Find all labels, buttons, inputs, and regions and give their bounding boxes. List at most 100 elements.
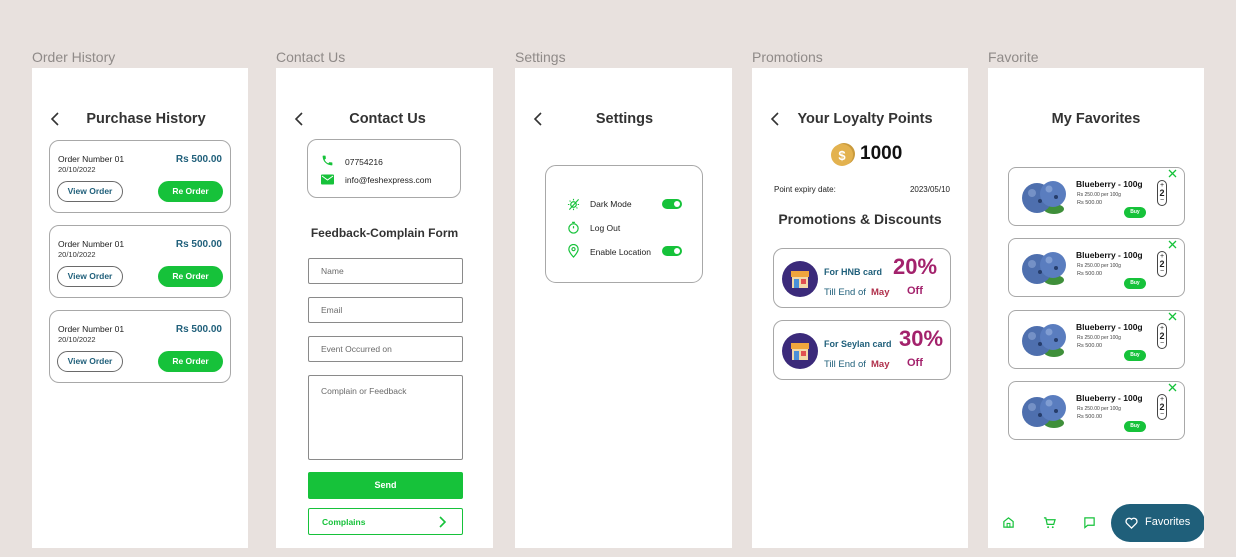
feedback-textarea[interactable]: Complain or Feedback: [308, 375, 463, 460]
favorite-item: Blueberry - 100g Rs 250.00 per 100g Rs 5…: [1008, 238, 1185, 297]
page-title: Purchase History: [86, 111, 206, 127]
phone-icon: [322, 155, 333, 166]
promo-percent: 30%: [899, 326, 944, 351]
reorder-button[interactable]: Re Order: [158, 181, 223, 202]
buy-button[interactable]: Buy: [1124, 207, 1146, 218]
order-date: 20/10/2022: [58, 335, 96, 344]
name-field[interactable]: Name: [308, 258, 463, 284]
favorite-item: Blueberry - 100g Rs 250.00 per 100g Rs 5…: [1008, 310, 1185, 369]
quantity-stepper[interactable]: + 2 −: [1157, 394, 1167, 420]
remove-icon[interactable]: [1168, 383, 1177, 392]
page-title: Your Loyalty Points: [797, 111, 933, 127]
promo-off-label: Off: [907, 357, 923, 369]
expiry-date: 2023/05/10: [909, 185, 950, 194]
buy-button[interactable]: Buy: [1124, 278, 1146, 289]
promo-card[interactable]: For HNB card Till End of May 20% Off: [773, 248, 951, 308]
view-order-button[interactable]: View Order: [57, 351, 123, 372]
item-price: Rs 500.00: [1077, 200, 1103, 206]
logout-item[interactable]: Log Out: [590, 223, 620, 233]
item-unit-price: Rs 250.00 per 100g: [1077, 192, 1121, 198]
blueberry-image: [1022, 181, 1066, 214]
header: Contact Us: [276, 108, 493, 130]
remove-icon[interactable]: [1168, 169, 1177, 178]
chevron-right-icon: [439, 516, 447, 528]
chat-icon[interactable]: [1083, 516, 1096, 529]
buy-button[interactable]: Buy: [1124, 350, 1146, 361]
header: My Favorites: [988, 108, 1204, 130]
order-date: 20/10/2022: [58, 165, 96, 174]
item-name: Blueberry - 100g: [1076, 322, 1143, 332]
location-pin-icon: [568, 244, 579, 258]
frame-label-favorite: Favorite: [988, 49, 1039, 65]
logout-timer-icon: [568, 221, 579, 234]
favorite-item: Blueberry - 100g Rs 250.00 per 100g Rs 5…: [1008, 381, 1185, 440]
item-name: Blueberry - 100g: [1076, 393, 1143, 403]
promo-month: May: [871, 359, 890, 370]
remove-icon[interactable]: [1168, 240, 1177, 249]
quantity-stepper[interactable]: + 2 −: [1157, 251, 1167, 277]
quantity-stepper[interactable]: + 2 −: [1157, 323, 1167, 349]
phone-number[interactable]: 07754216: [345, 157, 383, 167]
promotions-screen: Your Loyalty Points $ 1000 Point expiry …: [752, 68, 968, 548]
store-icon: [782, 261, 818, 297]
blueberry-image: [1022, 252, 1066, 285]
page-title: My Favorites: [1051, 111, 1141, 127]
heart-icon: [1125, 517, 1138, 529]
dark-mode-label: Dark Mode: [590, 199, 632, 209]
header: Settings: [515, 108, 732, 130]
favorites-screen: My Favorites Blueberry - 100g Rs 250.00 …: [988, 68, 1204, 548]
item-unit-price: Rs 250.00 per 100g: [1077, 406, 1121, 412]
promo-till-label: Till End of: [824, 287, 866, 298]
order-card: Order Number 01 20/10/2022 Rs 500.00 Vie…: [49, 140, 231, 213]
home-icon[interactable]: [1002, 516, 1015, 529]
complains-button[interactable]: Complains: [308, 508, 463, 535]
blueberry-image: [1022, 324, 1066, 357]
quantity-stepper[interactable]: + 2 −: [1157, 180, 1167, 206]
coin-icon: $: [831, 143, 855, 166]
favorites-nav-label: Favorites: [1145, 516, 1191, 528]
page-title: Settings: [595, 111, 654, 127]
page-title: Contact Us: [349, 111, 426, 127]
complains-label: Complains: [322, 517, 366, 527]
settings-screen: Settings Dark Mode Log Out Enable Locati…: [515, 68, 732, 548]
email-field[interactable]: Email: [308, 297, 463, 323]
buy-button[interactable]: Buy: [1124, 421, 1146, 432]
svg-text:$: $: [838, 148, 846, 163]
order-number: Order Number 01: [58, 239, 125, 249]
decrement-icon[interactable]: −: [1158, 197, 1166, 204]
item-price: Rs 500.00: [1077, 271, 1103, 277]
promo-card[interactable]: For Seylan card Till End of May 30% Off: [773, 320, 951, 380]
header: Purchase History: [32, 108, 248, 130]
send-button[interactable]: Send: [308, 472, 463, 499]
frame-label-promotions: Promotions: [752, 49, 823, 65]
reorder-button[interactable]: Re Order: [158, 351, 223, 372]
decrement-icon[interactable]: −: [1158, 268, 1166, 275]
remove-icon[interactable]: [1168, 312, 1177, 321]
view-order-button[interactable]: View Order: [57, 266, 123, 287]
item-price: Rs 500.00: [1077, 343, 1103, 349]
order-amount: Rs 500.00: [175, 324, 222, 335]
dark-mode-toggle[interactable]: [662, 199, 682, 209]
event-date-field[interactable]: Event Occurred on: [308, 336, 463, 362]
order-date: 20/10/2022: [58, 250, 96, 259]
promo-off-label: Off: [907, 285, 923, 297]
reorder-button[interactable]: Re Order: [158, 266, 223, 287]
order-amount: Rs 500.00: [175, 239, 222, 250]
order-card: Order Number 01 20/10/2022 Rs 500.00 Vie…: [49, 225, 231, 298]
contact-us-screen: Contact Us 07754216 info@feshexpress.com…: [276, 68, 493, 548]
cart-icon[interactable]: [1043, 516, 1056, 529]
enable-location-toggle[interactable]: [662, 246, 682, 256]
favorite-item: Blueberry - 100g Rs 250.00 per 100g Rs 5…: [1008, 167, 1185, 226]
email-address[interactable]: info@feshexpress.com: [345, 175, 432, 185]
decrement-icon[interactable]: −: [1158, 340, 1166, 347]
form-title: Feedback-Complain Form: [310, 226, 459, 240]
enable-location-label: Enable Location: [590, 247, 651, 257]
order-number: Order Number 01: [58, 154, 125, 164]
favorites-nav-button[interactable]: Favorites: [1111, 504, 1204, 542]
view-order-button[interactable]: View Order: [57, 181, 123, 202]
dark-mode-icon: [567, 198, 580, 211]
promo-percent: 20%: [893, 254, 938, 279]
settings-card: Dark Mode Log Out Enable Location: [545, 165, 703, 283]
decrement-icon[interactable]: −: [1158, 411, 1166, 418]
email-icon: [321, 174, 334, 185]
